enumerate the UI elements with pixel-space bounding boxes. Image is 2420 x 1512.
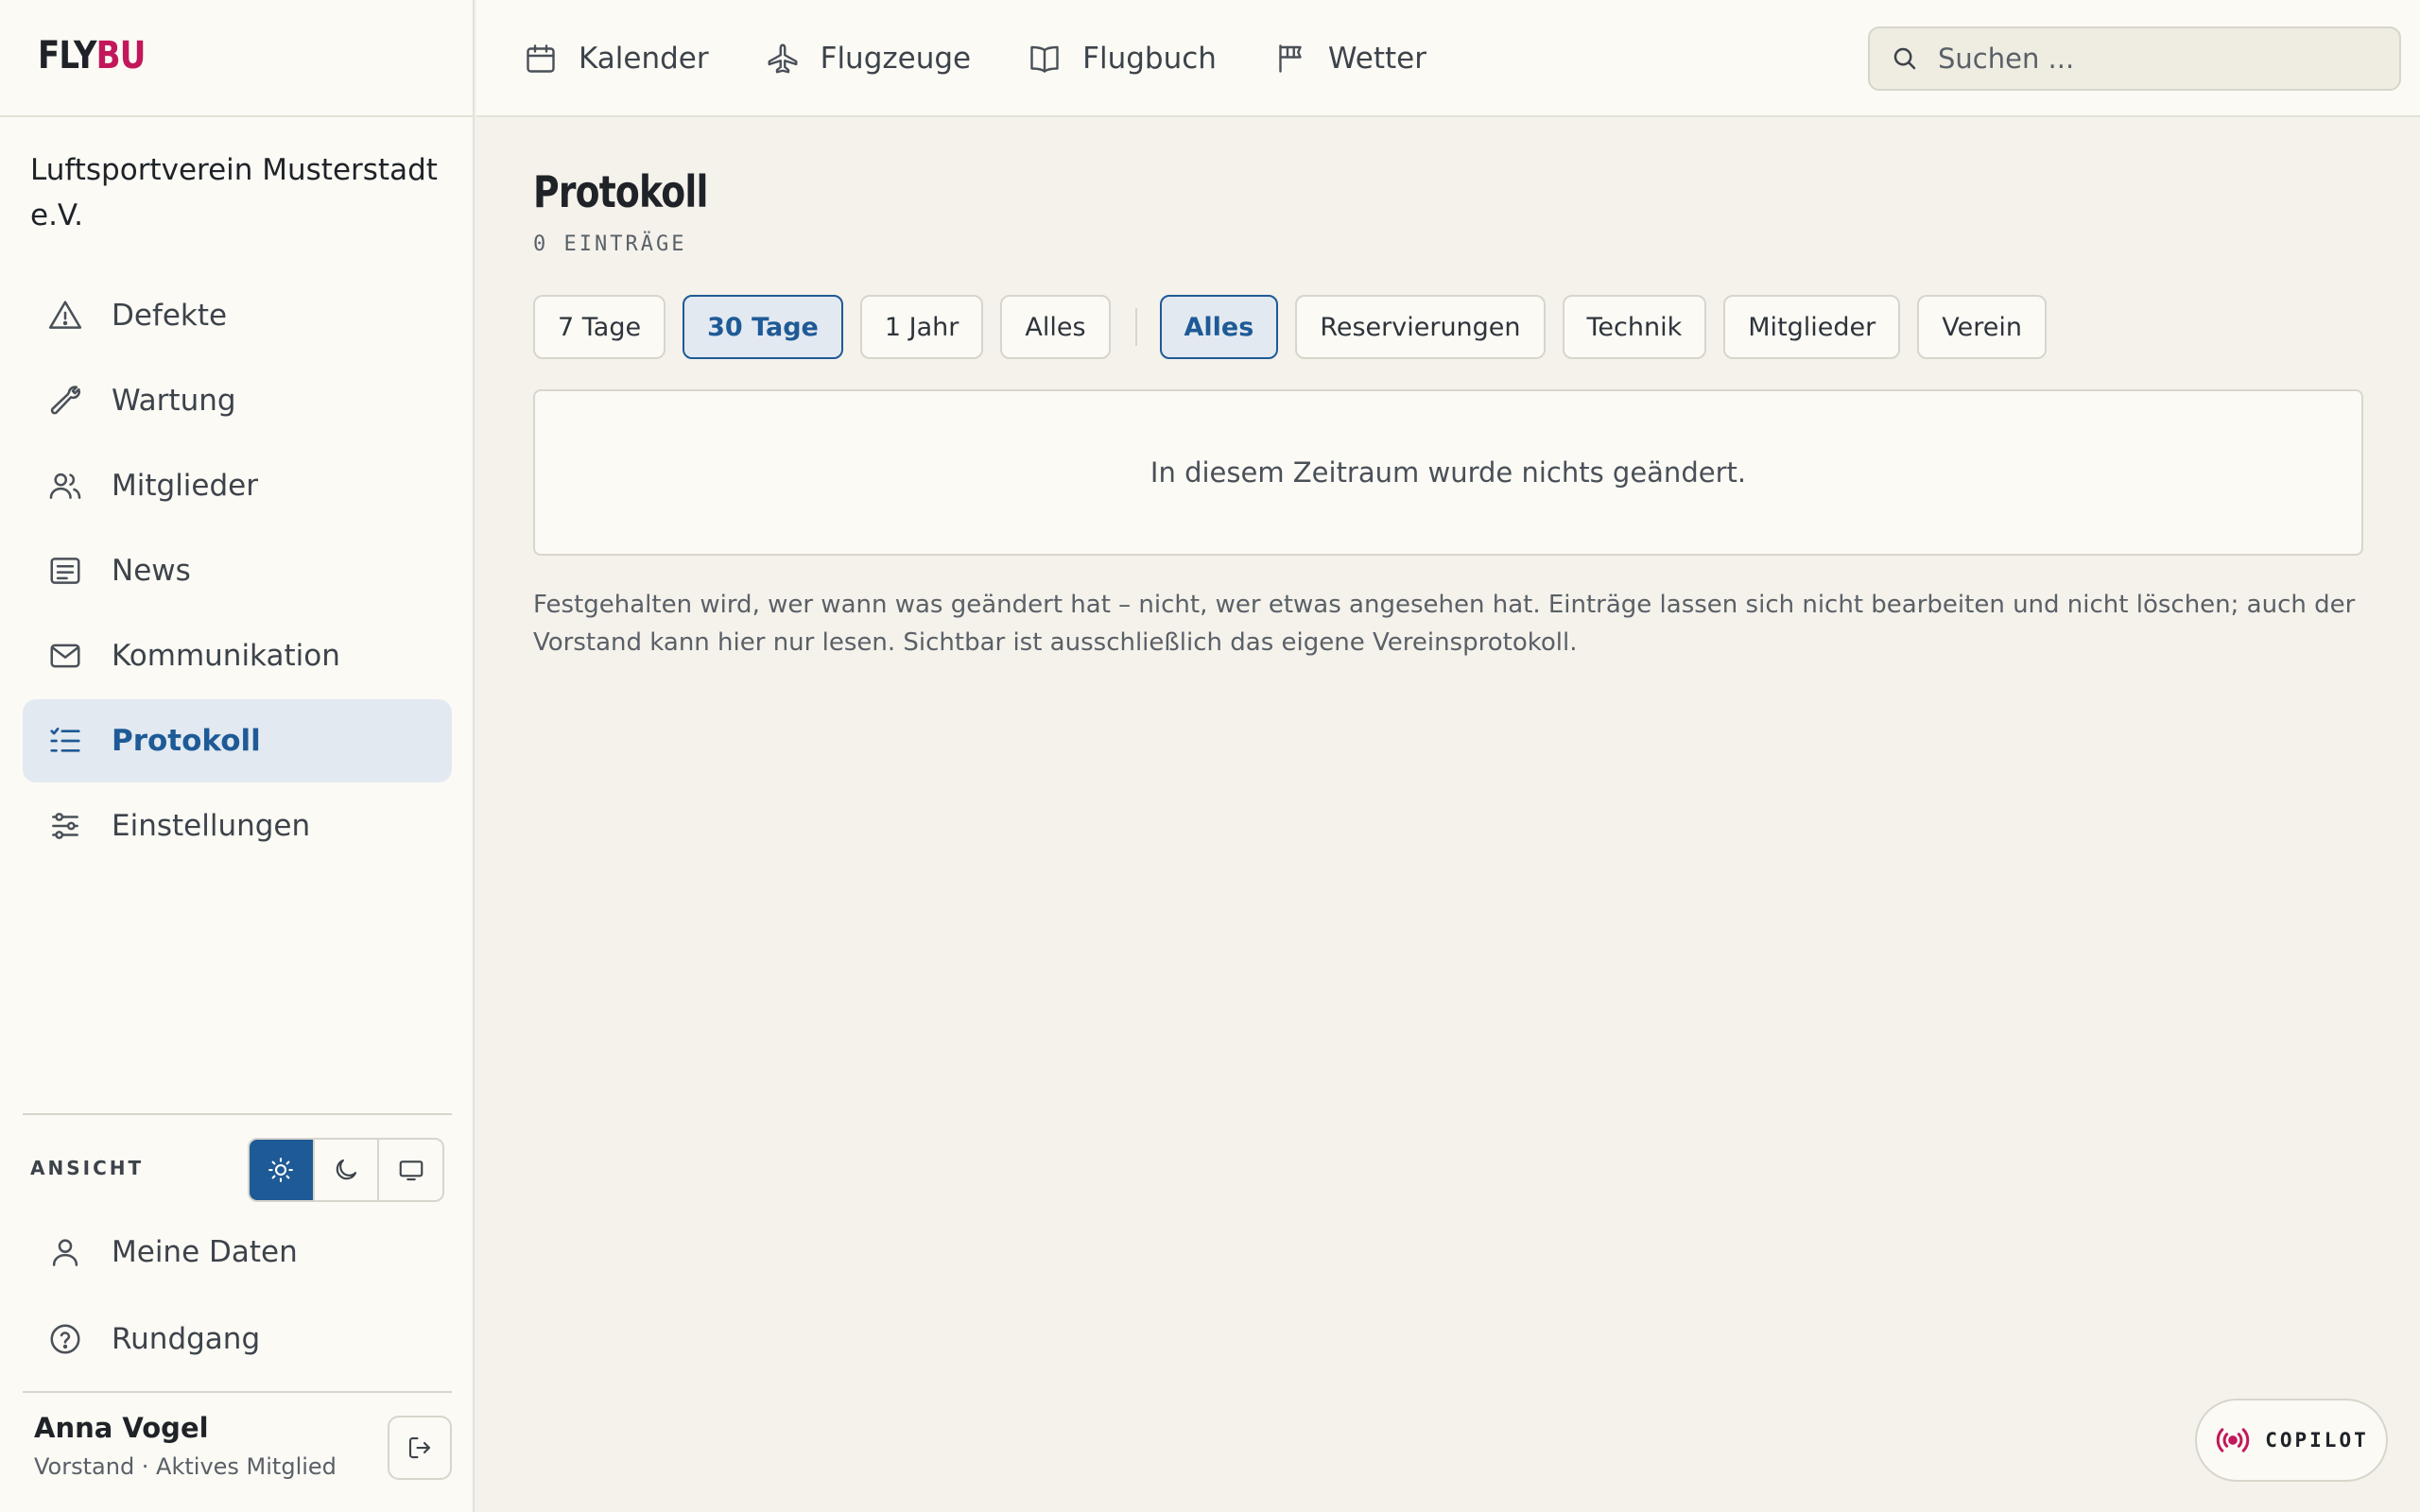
page-title: Protokoll	[533, 166, 708, 217]
help-circle-icon	[47, 1321, 83, 1357]
top-bar: Kalender Flugzeuge Flugbuch Wetter	[476, 0, 2420, 117]
filter-category-reservierungen[interactable]: Reservierungen	[1295, 295, 1546, 359]
topnav-item-flugbuch[interactable]: Flugbuch	[1028, 42, 1217, 76]
copilot-label: COPILOT	[2265, 1429, 2369, 1452]
sidebar-item-protokoll[interactable]: Protokoll	[23, 699, 452, 782]
calendar-icon	[524, 42, 558, 76]
sidebar-item-news[interactable]: News	[23, 529, 452, 612]
broadcast-icon	[2214, 1421, 2252, 1459]
user-icon	[47, 1234, 83, 1270]
search-box	[1868, 26, 2401, 91]
topnav-item-kalender[interactable]: Kalender	[524, 42, 709, 76]
sidebar-item-rundgang[interactable]: Rundgang	[23, 1297, 452, 1382]
moon-icon	[332, 1156, 360, 1184]
theme-toggle	[248, 1138, 444, 1202]
topnav-label: Flugzeuge	[820, 42, 972, 76]
filter-time-alles[interactable]: Alles	[1000, 295, 1111, 359]
theme-dark-button[interactable]	[315, 1140, 380, 1200]
logo-text-main: FLY	[38, 34, 97, 77]
sidebar-item-label: Mitglieder	[112, 469, 258, 503]
newspaper-icon	[47, 553, 83, 589]
logout-icon	[406, 1434, 434, 1462]
search-input[interactable]	[1938, 43, 2373, 75]
search-icon	[1891, 44, 1919, 73]
top-nav: Kalender Flugzeuge Flugbuch Wetter	[524, 0, 1483, 117]
empty-state-message: In diesem Zeitraum wurde nichts geändert…	[1150, 456, 1747, 489]
logo-area: FLYBU	[0, 0, 475, 117]
divider	[23, 1113, 452, 1115]
sidebar-item-kommunikation[interactable]: Kommunikation	[23, 614, 452, 697]
sliders-icon	[47, 808, 83, 844]
sidebar-item-label: Einstellungen	[112, 809, 311, 843]
club-name: Luftsportverein Musterstadt e.V.	[30, 153, 438, 232]
topnav-item-wetter[interactable]: Wetter	[1273, 42, 1426, 76]
filter-category-verein[interactable]: Verein	[1917, 295, 2047, 359]
filter-time-7-tage[interactable]: 7 Tage	[533, 295, 666, 359]
sidebar-item-label: Kommunikation	[112, 639, 340, 673]
topnav-label: Flugbuch	[1082, 42, 1217, 76]
book-icon	[1028, 42, 1062, 76]
sidebar-item-label: Defekte	[112, 299, 228, 333]
filter-category-alles[interactable]: Alles	[1159, 295, 1279, 359]
view-label: ANSICHT	[30, 1157, 145, 1179]
sidebar-bottom-nav: Meine Daten Rundgang	[23, 1210, 452, 1383]
main-content: Protokoll 0 EINTRÄGE 7 Tage 30 Tage 1 Ja…	[476, 119, 2420, 1512]
logout-button[interactable]	[388, 1416, 452, 1480]
entry-count: 0 EINTRÄGE	[533, 232, 687, 256]
mail-icon	[47, 638, 83, 674]
user-role: Vorstand · Aktives Mitglied	[34, 1453, 337, 1480]
sidebar-item-wartung[interactable]: Wartung	[23, 359, 452, 442]
sidebar-nav: Defekte Wartung Mitglieder News Kommunik…	[23, 274, 452, 869]
filter-category-technik[interactable]: Technik	[1562, 295, 1707, 359]
user-name: Anna Vogel	[34, 1412, 209, 1444]
filter-time-30-tage[interactable]: 30 Tage	[683, 295, 843, 359]
theme-system-button[interactable]	[379, 1140, 442, 1200]
filter-time-1-jahr[interactable]: 1 Jahr	[859, 295, 984, 359]
sidebar-item-label: News	[112, 554, 191, 588]
filter-category-mitglieder[interactable]: Mitglieder	[1723, 295, 1901, 359]
topnav-label: Kalender	[579, 42, 709, 76]
sidebar-item-mitglieder[interactable]: Mitglieder	[23, 444, 452, 527]
sidebar-item-defekte[interactable]: Defekte	[23, 274, 452, 357]
sidebar: FLYBU Luftsportverein Musterstadt e.V. D…	[0, 0, 475, 1512]
topnav-item-flugzeuge[interactable]: Flugzeuge	[766, 42, 972, 76]
list-check-icon	[47, 723, 83, 759]
sidebar-item-label: Protokoll	[112, 724, 261, 758]
warning-icon	[47, 298, 83, 334]
logo-text-accent: BU	[95, 34, 147, 77]
sun-icon	[267, 1156, 295, 1184]
sidebar-item-label: Rundgang	[112, 1322, 261, 1356]
user-info: Anna Vogel Vorstand · Aktives Mitglied	[34, 1412, 337, 1480]
topnav-label: Wetter	[1327, 42, 1426, 76]
sidebar-item-label: Meine Daten	[112, 1235, 298, 1269]
plane-icon	[766, 42, 800, 76]
copilot-button[interactable]: COPILOT	[2195, 1399, 2388, 1482]
divider	[23, 1391, 452, 1393]
protocol-info-text: Festgehalten wird, wer wann was geändert…	[533, 591, 2356, 657]
windsock-icon	[1273, 42, 1307, 76]
filter-separator	[1134, 308, 1137, 346]
users-icon	[47, 468, 83, 504]
filter-bar: 7 Tage 30 Tage 1 Jahr Alles Alles Reserv…	[533, 295, 2064, 359]
monitor-icon	[397, 1156, 425, 1184]
theme-light-button[interactable]	[250, 1140, 315, 1200]
app-logo[interactable]: FLYBU	[38, 34, 147, 77]
sidebar-item-einstellungen[interactable]: Einstellungen	[23, 784, 452, 868]
sidebar-item-label: Wartung	[112, 384, 236, 418]
empty-state-card: In diesem Zeitraum wurde nichts geändert…	[533, 389, 2363, 556]
wrench-icon	[47, 383, 83, 419]
sidebar-item-meine-daten[interactable]: Meine Daten	[23, 1210, 452, 1295]
